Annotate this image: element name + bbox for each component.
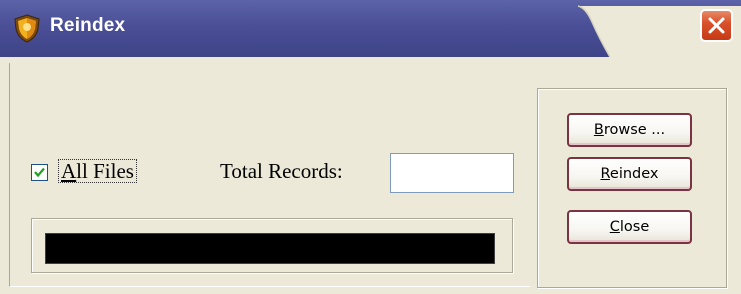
total-records-label: Total Records: bbox=[220, 159, 343, 183]
close-button[interactable]: Close bbox=[567, 210, 692, 244]
close-window-button[interactable] bbox=[700, 9, 733, 42]
reindex-window: Reindex All Files Total Records: Browse … bbox=[0, 0, 741, 294]
all-files-label-rest: ll Files bbox=[76, 159, 134, 183]
close-mnemonic: C bbox=[609, 219, 620, 235]
reindex-button[interactable]: Reindex bbox=[567, 157, 692, 191]
browse-mnemonic: B bbox=[593, 122, 604, 138]
reindex-label: eindex bbox=[609, 166, 659, 182]
all-files-checkbox[interactable] bbox=[31, 164, 48, 181]
total-records-field[interactable] bbox=[390, 153, 514, 193]
reindex-mnemonic: R bbox=[600, 166, 610, 182]
title-bar[interactable]: Reindex bbox=[0, 0, 741, 57]
shield-icon bbox=[11, 13, 43, 43]
browse-button[interactable]: Browse ... bbox=[567, 113, 692, 147]
browse-label: rowse ... bbox=[603, 122, 666, 138]
progress-fill bbox=[46, 234, 494, 263]
close-x-icon bbox=[708, 17, 725, 34]
all-files-label[interactable]: All Files bbox=[58, 159, 137, 183]
progress-bar bbox=[45, 233, 495, 264]
close-label: lose bbox=[619, 219, 650, 235]
window-title: Reindex bbox=[50, 15, 126, 36]
all-files-mnemonic: A bbox=[61, 159, 77, 183]
checkmark-icon bbox=[34, 167, 45, 178]
